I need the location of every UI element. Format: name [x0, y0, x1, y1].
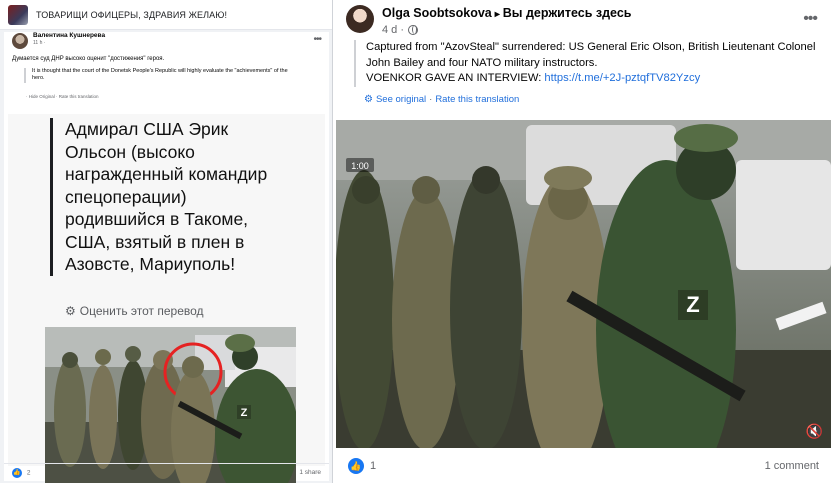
video-time: 1:00	[351, 161, 369, 171]
rate-translation-link[interactable]: Rate this translation	[435, 94, 519, 105]
shared-quote: Адмирал США Эрик Ольсон (высоко награжде…	[50, 118, 290, 276]
left-post-translation-links[interactable]: · Hide Original · Rate this translation	[26, 94, 99, 99]
avatar[interactable]	[346, 5, 374, 33]
post-author[interactable]: Olga Soobtsokova	[382, 6, 492, 20]
more-options-icon[interactable]: •••	[803, 10, 818, 28]
svg-text:Z: Z	[241, 407, 248, 419]
post-body-line-1: Captured from "AzovSteal" surrendered: U…	[366, 41, 816, 69]
more-options-icon[interactable]: •••	[313, 34, 321, 45]
see-original-link[interactable]: See original	[376, 94, 426, 105]
group-header[interactable]: ТОВАРИЩИ ОФИЦЕРЫ, ЗДРАВИЯ ЖЕЛАЮ!	[0, 0, 332, 30]
shared-text: Адмирал США Эрик Ольсон (высоко награжде…	[65, 119, 268, 274]
right-post: Olga Soobtsokova ▸ Вы держитесь здесь 4 d …	[336, 0, 831, 483]
left-panel: ТОВАРИЩИ ОФИЦЕРЫ, ЗДРАВИЯ ЖЕЛАЮ! Валенти…	[0, 0, 333, 483]
gear-icon: ⚙	[65, 304, 76, 318]
gear-icon: ⚙	[364, 94, 373, 105]
see-translation-label: Оценить этот перевод	[79, 304, 204, 318]
arrow-icon: ▸	[494, 9, 500, 20]
shared-post: Адмирал США Эрик Ольсон (высоко награжде…	[8, 114, 325, 483]
group-avatar[interactable]	[8, 4, 28, 25]
left-post-text: Думается суд ДНР высоко оценит "достижен…	[12, 56, 165, 62]
see-translation-link[interactable]: ⚙ Оценить этот перевод	[65, 304, 204, 318]
soldiers-video-frame: Z 1:00	[336, 120, 831, 448]
left-post-author[interactable]: Валентина Кушнерева	[33, 32, 105, 39]
reaction-count: 2	[26, 469, 31, 477]
like-icon: 👍	[12, 467, 22, 478]
left-post-footer: 👍 2 1 share	[4, 463, 329, 481]
reactions[interactable]: 👍 1	[348, 458, 376, 474]
left-post: Валентина Кушнерева 11 h · ••• Думается …	[4, 32, 329, 483]
left-post-meta: 11 h ·	[33, 40, 46, 46]
post-body-line-2: VOENKOR GAVE AN INTERVIEW: https://t.me/…	[366, 71, 824, 87]
left-post-photo[interactable]: Z	[45, 327, 296, 483]
left-post-translation: It is thought that the court of the Done…	[24, 68, 294, 83]
group-title[interactable]: ТОВАРИЩИ ОФИЦЕРЫ, ЗДРАВИЯ ЖЕЛАЮ!	[36, 10, 227, 20]
post-meta: 4 d ·	[382, 24, 419, 36]
telegram-link[interactable]: https://t.me/+2J-pztqfTV82Yzcy	[544, 72, 700, 84]
post-body: Captured from "AzovSteal" surrendered: U…	[354, 40, 824, 87]
like-icon: 👍	[348, 458, 364, 474]
post-body-prefix: VOENKOR GAVE AN INTERVIEW:	[366, 72, 545, 84]
reaction-count: 1	[370, 460, 377, 472]
translation-links: ⚙ See original · Rate this translation	[364, 94, 519, 105]
comment-count[interactable]: 1 comment	[765, 460, 819, 472]
post-group[interactable]: Вы держитесь здесь	[503, 6, 632, 20]
share-count[interactable]: 1 share	[299, 469, 321, 476]
separator: ·	[429, 94, 433, 105]
globe-icon	[408, 25, 419, 35]
speaker-icon[interactable]: 🔇	[806, 423, 823, 440]
soldiers-photo: Z	[45, 327, 296, 483]
svg-text:Z: Z	[686, 292, 699, 317]
left-post-header: Валентина Кушнерева 11 h ·	[12, 32, 105, 50]
post-header-title: Olga Soobtsokova ▸ Вы держитесь здесь	[382, 6, 631, 20]
post-footer: 👍 1 1 comment	[336, 452, 831, 480]
post-video[interactable]: Z 1:00 🔇	[336, 120, 831, 448]
avatar[interactable]	[12, 33, 28, 49]
post-time[interactable]: 4 d ·	[382, 24, 404, 36]
reactions[interactable]: 👍 2	[12, 467, 31, 478]
